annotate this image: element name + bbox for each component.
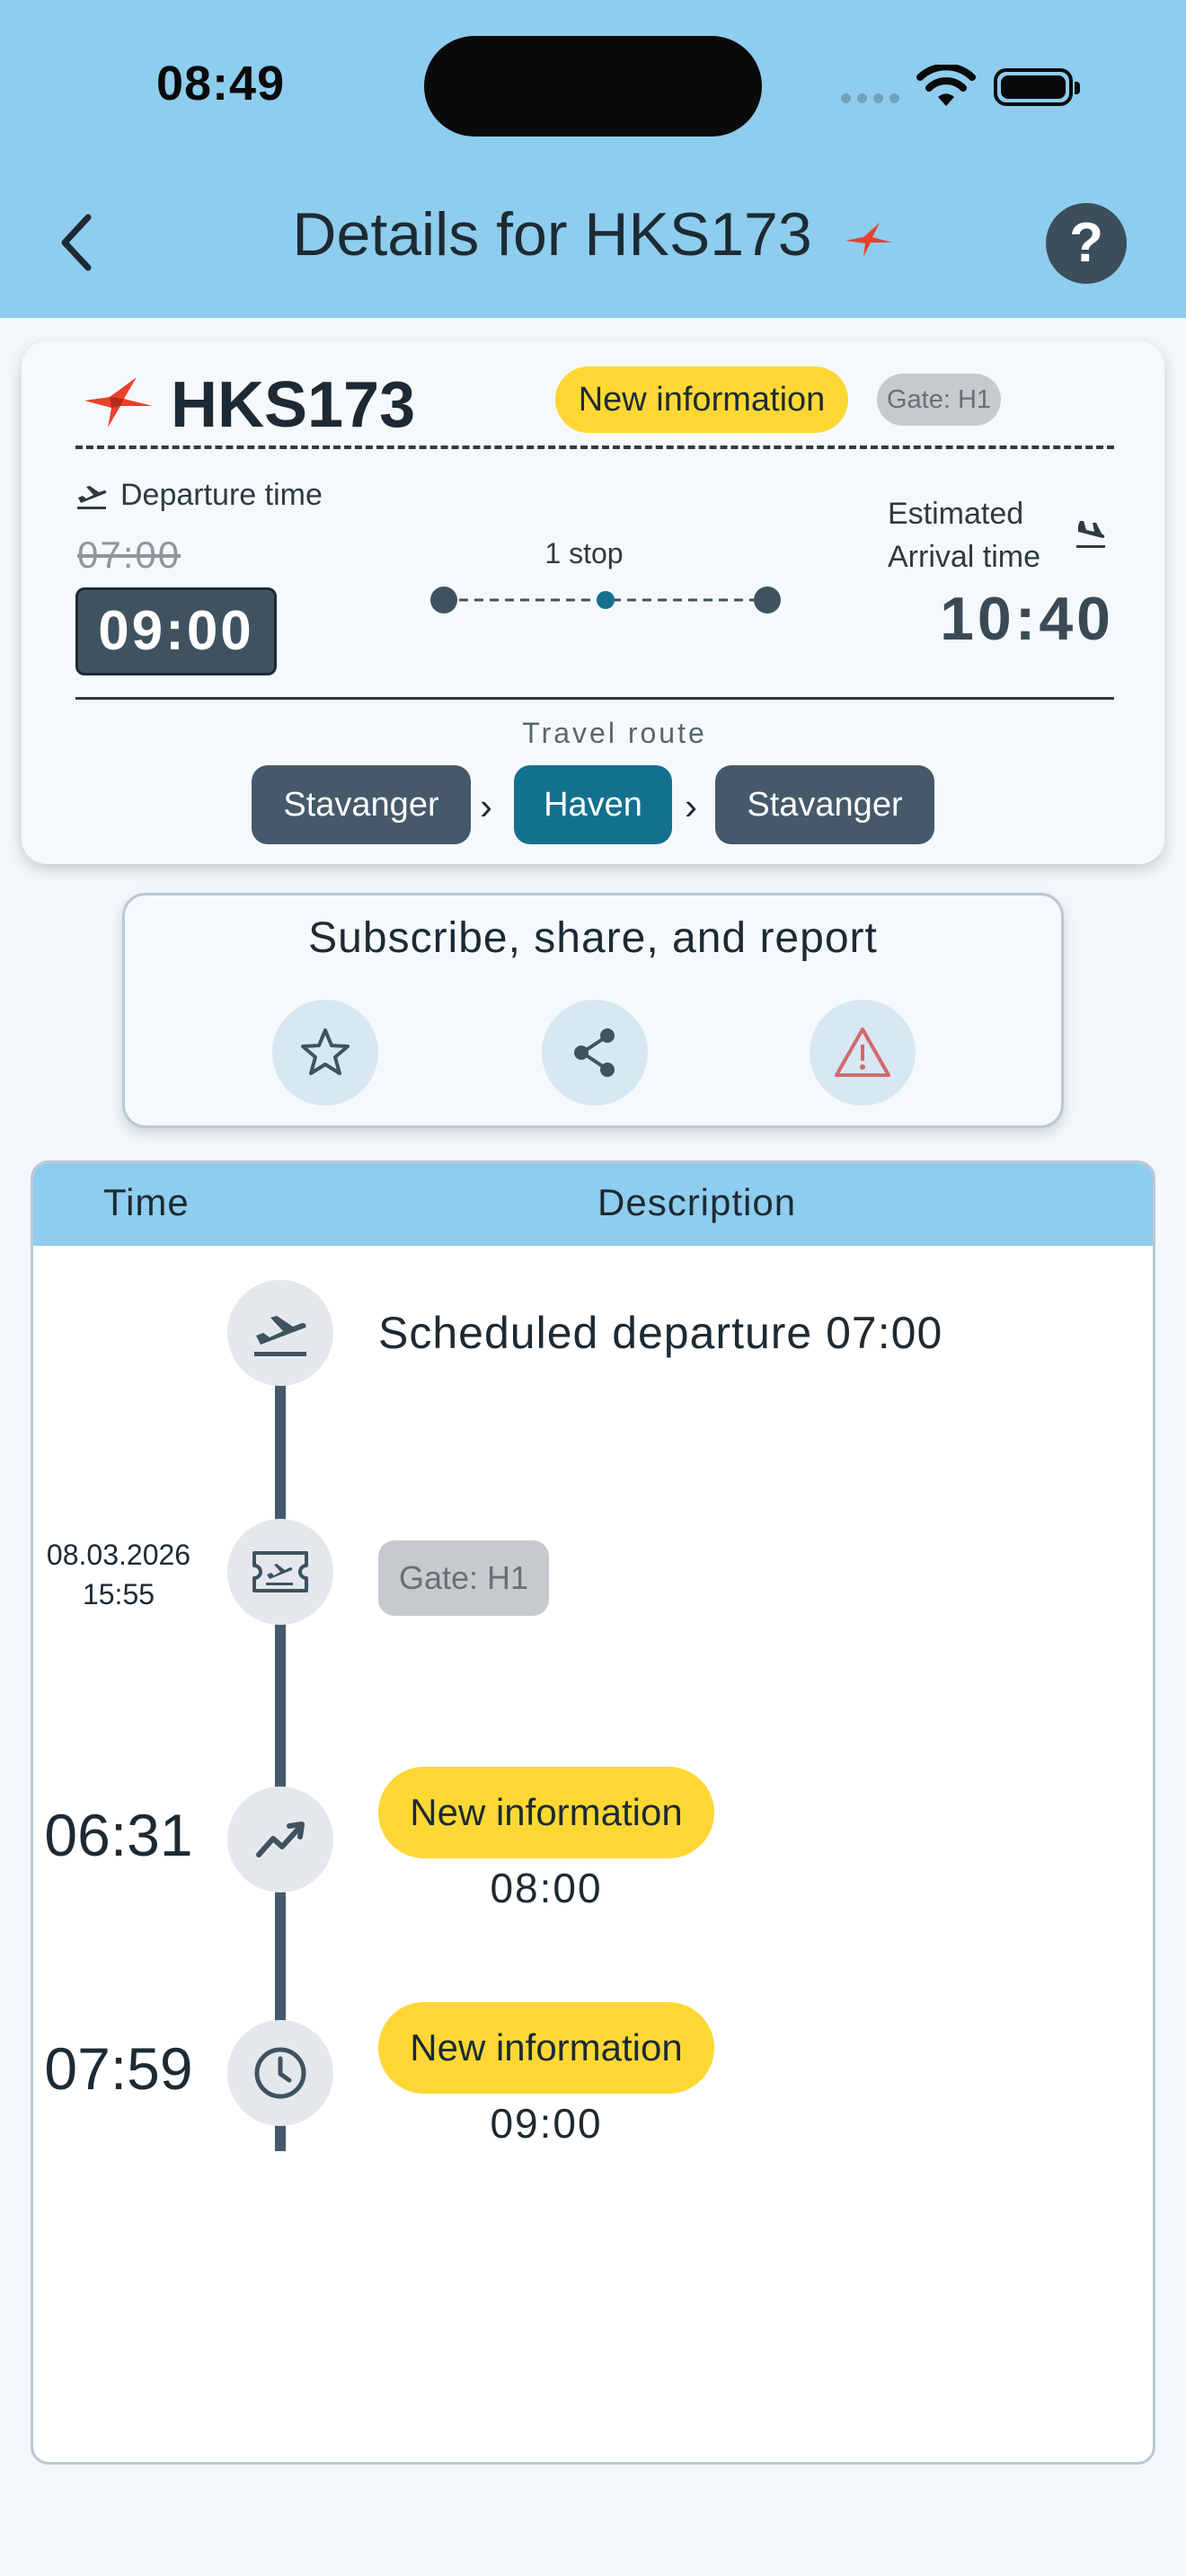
divider [75, 697, 1114, 700]
divider [75, 446, 1114, 449]
actions-title: Subscribe, share, and report [308, 914, 878, 962]
airline-bird-icon [845, 223, 892, 258]
timeline-table: Time Description Scheduled departure 07:… [31, 1160, 1155, 2465]
airline-bird-icon [84, 377, 153, 428]
timeline-event-time: 08.03.2026 15:55 [33, 1535, 204, 1614]
route-stop-destination[interactable]: Stavanger [715, 765, 934, 844]
new-information-badge: New information [378, 2002, 714, 2094]
gate-badge: Gate: H1 [378, 1540, 549, 1616]
travel-route-title: Travel route [522, 717, 707, 749]
flight-number: HKS173 [171, 369, 416, 441]
timeline-node [227, 1519, 333, 1625]
arrival-label: Estimated Arrival time [888, 492, 1040, 578]
star-icon [301, 1028, 350, 1075]
plane-arrival-icon [1076, 521, 1105, 548]
departure-label: Departure time [75, 478, 323, 513]
plane-departure-icon [77, 485, 107, 509]
boarding-pass-icon [252, 1551, 308, 1592]
new-information-badge: New information [378, 1767, 714, 1858]
column-header-time: Time [103, 1181, 190, 1223]
timeline-node [227, 1786, 333, 1892]
original-departure-time: 07:00 [77, 534, 181, 576]
timeline-event-time: 07:59 [44, 2035, 193, 2102]
table-header: Time Description [33, 1163, 1153, 1246]
route-stop-current[interactable]: Haven [514, 765, 672, 844]
back-button[interactable] [50, 207, 104, 278]
route-stop-origin[interactable]: Stavanger [252, 765, 471, 844]
new-departure-time: 09:00 [75, 587, 277, 675]
timeline-event-value: 08:00 [490, 1865, 603, 1911]
stops-count: 1 stop [544, 537, 624, 569]
plane-departure-icon [254, 1316, 306, 1356]
timeline-node [227, 2020, 333, 2126]
timeline-node [227, 1280, 333, 1386]
warning-icon [835, 1028, 890, 1077]
share-icon [574, 1028, 615, 1077]
new-information-badge: New information [555, 366, 848, 433]
arrival-label-line2: Arrival time [888, 540, 1041, 574]
dynamic-island [424, 36, 762, 137]
page-title-text: Details for HKS173 [292, 200, 812, 269]
estimated-arrival-time: 10:40 [940, 585, 1114, 653]
arrival-label-line1: Estimated [888, 497, 1024, 531]
page-title: Details for HKS173 [180, 199, 1006, 269]
column-header-description: Description [597, 1181, 797, 1223]
timeline-event-time: 06:31 [44, 1802, 193, 1868]
event-clock: 15:55 [82, 1578, 155, 1610]
report-button[interactable] [810, 1000, 916, 1106]
status-bar-time: 08:49 [156, 57, 286, 110]
subscribe-button[interactable] [272, 1000, 378, 1106]
departure-label-text: Departure time [120, 478, 323, 512]
header-bar: 08:49 Details for HKS173 ? [0, 0, 1186, 318]
gate-badge: Gate: H1 [877, 374, 1001, 426]
actions-card: Subscribe, share, and report [122, 893, 1064, 1128]
share-button[interactable] [542, 1000, 648, 1106]
trending-icon [256, 1822, 305, 1857]
cellular-signal-icon [841, 93, 899, 103]
chevron-right-icon: › [480, 785, 492, 827]
wifi-icon [916, 65, 976, 106]
chevron-right-icon: › [685, 785, 697, 827]
timeline-event-value: 09:00 [490, 2100, 603, 2147]
clock-icon [254, 2047, 306, 2099]
battery-icon [994, 68, 1080, 106]
event-date: 08.03.2026 [46, 1539, 191, 1571]
timeline-event-description: Scheduled departure 07:00 [378, 1308, 943, 1358]
help-button[interactable]: ? [1046, 203, 1127, 284]
flight-summary-card: HKS173 New information Gate: H1 Departur… [22, 341, 1164, 864]
route-stops-graphic [430, 587, 781, 613]
